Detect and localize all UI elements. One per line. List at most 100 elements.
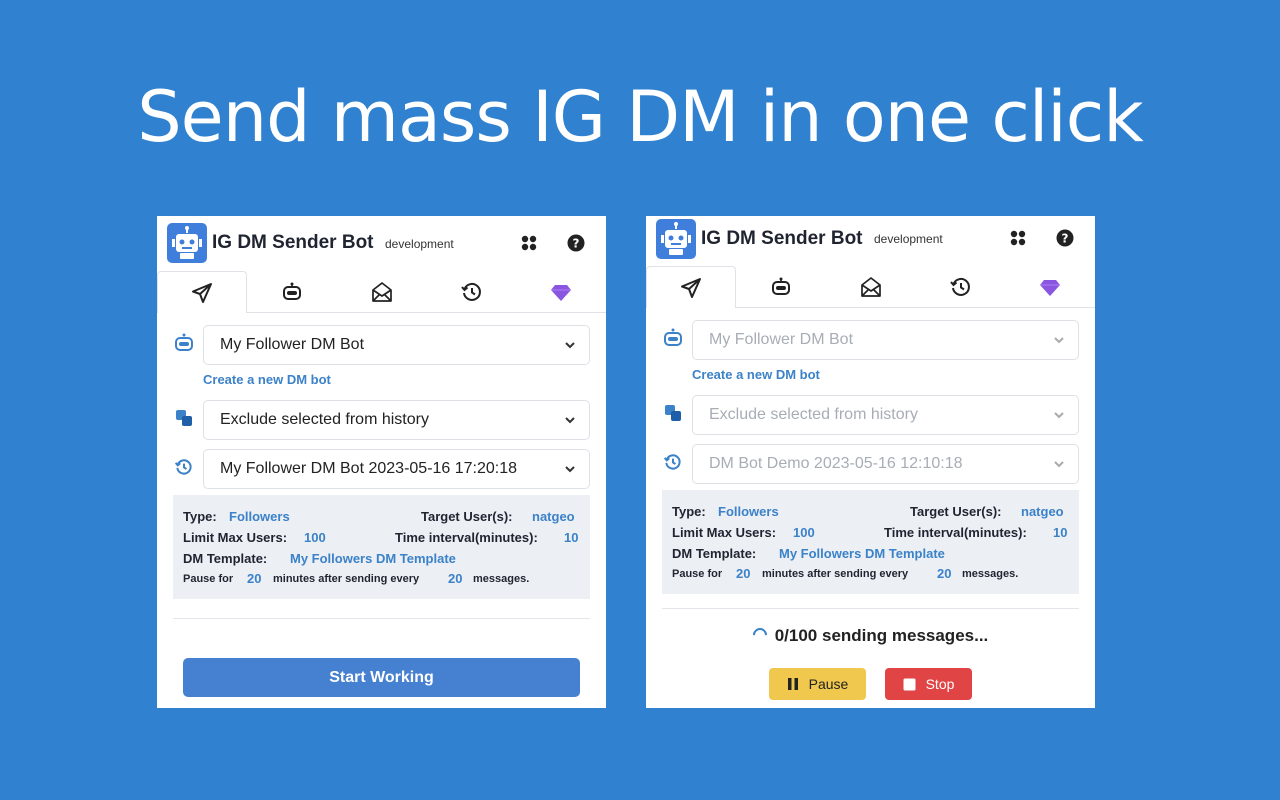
robot-icon bbox=[283, 282, 301, 300]
envelope-open-icon bbox=[861, 277, 881, 297]
tab-templates[interactable] bbox=[826, 266, 916, 308]
history-icon bbox=[461, 282, 481, 301]
history-select-icon bbox=[662, 451, 684, 473]
tab-premium[interactable] bbox=[1005, 266, 1095, 308]
pause-messages: 20 bbox=[448, 571, 463, 586]
svg-text:?: ? bbox=[573, 237, 580, 251]
history-select-value: My Follower DM Bot 2023-05-16 17:20:18 bbox=[220, 460, 518, 477]
bot-info-card: Type: Followers Target User(s): natgeo L… bbox=[662, 490, 1079, 594]
chevron-down-icon bbox=[565, 417, 575, 424]
type-value: Followers bbox=[718, 504, 779, 519]
stop-icon bbox=[903, 678, 916, 690]
pause-prefix: Pause for bbox=[672, 568, 723, 580]
robot-logo-icon bbox=[656, 219, 696, 259]
tab-premium[interactable] bbox=[516, 271, 606, 313]
pause-button-label: Pause bbox=[808, 676, 849, 692]
tab-history[interactable] bbox=[916, 266, 1006, 308]
tab-bar bbox=[157, 271, 606, 313]
type-label: Type: bbox=[672, 504, 706, 519]
template-label: DM Template: bbox=[183, 551, 268, 566]
pause-icon bbox=[787, 678, 798, 690]
interval-label: Time interval(minutes): bbox=[884, 525, 1027, 540]
history-select: DM Bot Demo 2023-05-16 12:10:18 bbox=[692, 444, 1079, 484]
apps-icon[interactable] bbox=[520, 234, 538, 252]
exclude-select[interactable]: Exclude selected from history bbox=[203, 400, 590, 440]
template-value[interactable]: My Followers DM Template bbox=[779, 546, 945, 561]
stop-button[interactable]: Stop bbox=[885, 668, 972, 700]
pause-minutes: 20 bbox=[736, 566, 751, 581]
chevron-down-icon bbox=[565, 466, 575, 473]
tab-bar bbox=[646, 266, 1095, 308]
history-icon bbox=[950, 277, 970, 296]
bot-select-value: My Follower DM Bot bbox=[709, 331, 854, 348]
chevron-down-icon bbox=[565, 342, 575, 349]
bot-select: My Follower DM Bot bbox=[692, 320, 1079, 360]
target-value: natgeo bbox=[532, 509, 575, 524]
app-title: IG DM Sender Bot bbox=[212, 232, 374, 253]
limit-label: Limit Max Users: bbox=[672, 525, 777, 540]
template-label: DM Template: bbox=[672, 546, 757, 561]
pause-prefix: Pause for bbox=[183, 573, 234, 585]
robot-icon bbox=[772, 277, 790, 295]
interval-value: 10 bbox=[564, 530, 579, 545]
bot-select-value: My Follower DM Bot bbox=[220, 336, 365, 353]
pause-minutes: 20 bbox=[247, 571, 262, 586]
pause-suffix: messages. bbox=[473, 573, 530, 585]
exclude-select-value: Exclude selected from history bbox=[709, 406, 918, 423]
limit-value: 100 bbox=[793, 525, 815, 540]
tab-history[interactable] bbox=[427, 271, 517, 313]
target-value: natgeo bbox=[1021, 504, 1064, 519]
pause-middle: minutes after sending every bbox=[273, 573, 420, 585]
tab-send[interactable] bbox=[157, 271, 247, 313]
history-select-icon bbox=[173, 456, 195, 478]
bot-select[interactable]: My Follower DM Bot bbox=[203, 325, 590, 365]
tab-bot[interactable] bbox=[736, 266, 826, 308]
tab-templates[interactable] bbox=[337, 271, 427, 313]
pause-messages: 20 bbox=[937, 566, 952, 581]
bot-info-card: Type: Followers Target User(s): natgeo L… bbox=[173, 495, 590, 599]
exclude-icon bbox=[173, 407, 195, 429]
exclude-icon bbox=[662, 402, 684, 424]
exclude-select: Exclude selected from history bbox=[692, 395, 1079, 435]
limit-label: Limit Max Users: bbox=[183, 530, 288, 545]
svg-text:?: ? bbox=[1062, 232, 1069, 246]
target-label: Target User(s): bbox=[910, 504, 1002, 519]
envelope-open-icon bbox=[372, 282, 392, 302]
panel-header: IG DM Sender Bot development ? bbox=[646, 216, 1095, 266]
help-icon[interactable]: ? bbox=[567, 234, 585, 252]
panel-header: IG DM Sender Bot development ? bbox=[157, 216, 606, 271]
pause-suffix: messages. bbox=[962, 568, 1019, 580]
start-working-button[interactable]: Start Working bbox=[183, 658, 580, 697]
tab-send[interactable] bbox=[646, 266, 736, 308]
limit-value: 100 bbox=[304, 530, 326, 545]
env-label: development bbox=[874, 232, 943, 246]
section-divider bbox=[173, 618, 590, 619]
chevron-down-icon bbox=[1054, 337, 1064, 344]
bot-select-icon bbox=[173, 332, 195, 354]
paper-plane-icon bbox=[192, 282, 212, 303]
interval-label: Time interval(minutes): bbox=[395, 530, 538, 545]
bot-select-icon bbox=[662, 327, 684, 349]
template-value[interactable]: My Followers DM Template bbox=[290, 551, 456, 566]
help-icon[interactable]: ? bbox=[1056, 229, 1074, 247]
chevron-down-icon bbox=[1054, 461, 1064, 468]
create-bot-link[interactable]: Create a new DM bot bbox=[203, 372, 331, 387]
pause-middle: minutes after sending every bbox=[762, 568, 909, 580]
gem-icon bbox=[1040, 280, 1060, 296]
spinner-icon bbox=[749, 625, 770, 645]
gem-icon bbox=[551, 285, 571, 301]
section-divider bbox=[662, 608, 1079, 609]
page-headline: Send mass IG DM in one click bbox=[137, 76, 1144, 158]
interval-value: 10 bbox=[1053, 525, 1068, 540]
apps-icon[interactable] bbox=[1009, 229, 1027, 247]
type-value: Followers bbox=[229, 509, 290, 524]
tab-bot[interactable] bbox=[247, 271, 337, 313]
target-label: Target User(s): bbox=[421, 509, 513, 524]
history-select[interactable]: My Follower DM Bot 2023-05-16 17:20:18 bbox=[203, 449, 590, 489]
pause-button[interactable]: Pause bbox=[769, 668, 866, 700]
create-bot-link[interactable]: Create a new DM bot bbox=[692, 367, 820, 382]
chevron-down-icon bbox=[1054, 412, 1064, 419]
extension-panel-running: IG DM Sender Bot development ? My Follow… bbox=[646, 216, 1095, 708]
status-text: 0/100 sending messages... bbox=[774, 626, 989, 645]
env-label: development bbox=[385, 237, 454, 251]
